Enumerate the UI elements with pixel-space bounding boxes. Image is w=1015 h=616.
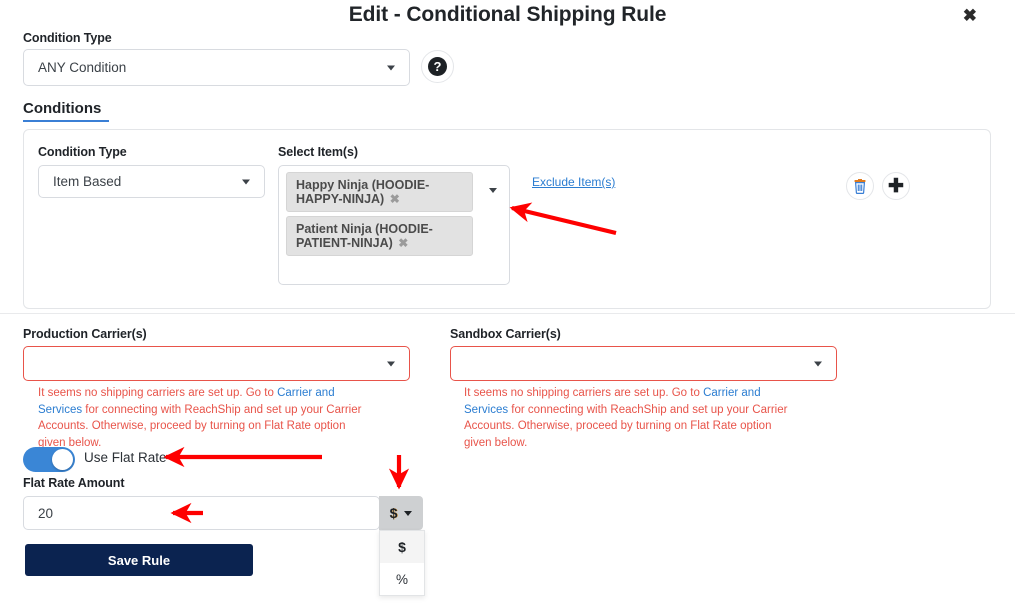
row-condition-type-value: Item Based [53,174,122,189]
note-text-part1: It seems no shipping carriers are set up… [38,387,278,399]
currency-unit-dropdown[interactable]: $ [379,496,423,530]
help-button[interactable]: ? [421,50,454,83]
save-rule-button[interactable]: Save Rule [25,544,253,576]
selected-item-token[interactable]: Happy Ninja (HOODIE-HAPPY-NINJA) ✖ [286,172,473,212]
production-carrier-label: Production Carrier(s) [23,327,147,341]
condition-type-select[interactable]: ANY Condition [23,49,410,86]
plus-icon: ✚ [888,175,904,197]
select-items-label: Select Item(s) [278,145,358,159]
selected-item-name: Patient Ninja (HOODIE-PATIENT-NINJA) [296,222,433,250]
exclude-items-link[interactable]: Exclude Item(s) [532,175,615,189]
selected-item-token[interactable]: Patient Ninja (HOODIE-PATIENT-NINJA) ✖ [286,216,473,256]
delete-condition-button[interactable] [846,172,874,200]
section-divider [0,313,1015,314]
chevron-down-icon [242,179,250,184]
sandbox-carrier-label: Sandbox Carrier(s) [450,327,561,341]
row-condition-type-select[interactable]: Item Based [38,165,265,198]
production-carrier-note: It seems no shipping carriers are set up… [38,385,368,451]
condition-type-label: Condition Type [23,31,112,45]
chevron-down-icon [404,510,413,516]
note-text-part1: It seems no shipping carriers are set up… [464,387,704,399]
condition-type-value: ANY Condition [38,60,127,75]
flat-rate-amount-label: Flat Rate Amount [23,476,125,490]
currency-option-dollar[interactable]: $ [380,531,424,563]
remove-item-icon[interactable]: ✖ [396,236,408,250]
row-condition-type-label: Condition Type [38,145,127,159]
trash-icon [854,178,866,194]
conditions-heading: Conditions [23,100,110,122]
chevron-down-icon [489,188,497,193]
currency-unit-menu: $ % [379,530,425,596]
chevron-down-icon [814,361,822,366]
note-text-part2: for connecting with ReachShip and set up… [464,403,788,449]
use-flat-rate-toggle[interactable] [23,447,75,472]
remove-item-icon[interactable]: ✖ [388,192,400,206]
flat-rate-amount-input[interactable] [23,496,380,530]
add-condition-button[interactable]: ✚ [882,172,910,200]
select-items-multiselect[interactable]: Happy Ninja (HOODIE-HAPPY-NINJA) ✖ Patie… [278,165,510,285]
use-flat-rate-label: Use Flat Rate [84,450,167,465]
sandbox-carrier-note: It seems no shipping carriers are set up… [464,385,794,451]
close-icon[interactable]: ✖ [963,7,977,24]
production-carrier-select[interactable] [23,346,410,381]
question-mark-icon: ? [428,57,447,76]
selected-item-name: Happy Ninja (HOODIE-HAPPY-NINJA) [296,178,430,206]
toggle-knob [52,449,73,470]
chevron-down-icon [387,361,395,366]
note-text-part2: for connecting with ReachShip and set up… [38,403,362,449]
currency-selected-value: $ [389,505,398,521]
currency-option-percent[interactable]: % [380,563,424,595]
chevron-down-icon [387,65,395,70]
page-title: Edit - Conditional Shipping Rule [348,3,667,26]
sandbox-carrier-select[interactable] [450,346,837,381]
